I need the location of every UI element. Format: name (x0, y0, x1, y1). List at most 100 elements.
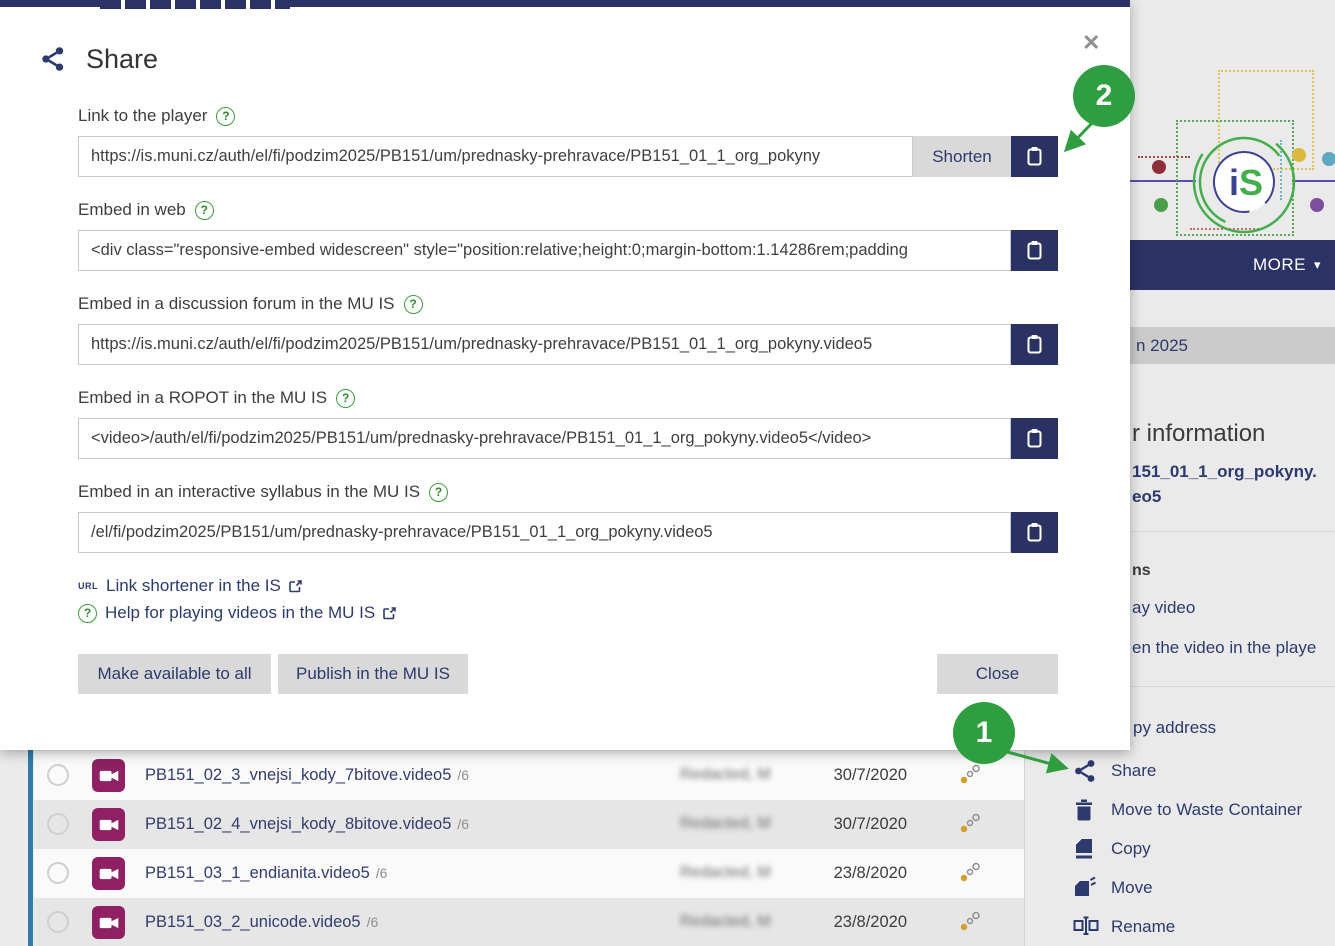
row-radio[interactable] (47, 862, 69, 884)
embed-ropot-input[interactable] (78, 418, 1011, 459)
file-suffix: /6 (457, 767, 469, 783)
info-file-name-wrap: eo5 (1132, 487, 1161, 507)
is-logo: iS (1189, 127, 1299, 237)
file-name: PB151_02_4_vnejsi_kody_8bitove.video5 (145, 815, 451, 833)
help-icon[interactable]: ? (404, 295, 423, 314)
menu-item-label: Copy (1111, 839, 1151, 859)
chevron-down-icon: ▾ (1314, 257, 1321, 273)
make-available-button[interactable]: Make available to all (78, 654, 271, 694)
versions-icon[interactable] (959, 911, 981, 938)
play-video-link[interactable]: ay video (1132, 598, 1195, 618)
file-name-link[interactable]: PB151_02_3_vnejsi_kody_7bitove.video5/6 (145, 766, 469, 785)
file-date: 23/8/2020 (780, 864, 907, 883)
embed-forum-input[interactable] (78, 324, 1011, 365)
file-author-blurred: Redacted, M (680, 766, 771, 784)
close-button[interactable]: Close (937, 654, 1058, 694)
rename-icon (1073, 915, 1099, 942)
menu-item-rename[interactable]: Rename (1025, 913, 1335, 943)
table-row[interactable]: PB151_03_2_unicode.video5/6 Redacted, M … (34, 898, 1024, 946)
menu-item-copy-address[interactable]: py address (1133, 718, 1216, 738)
copy-button[interactable] (1011, 512, 1058, 553)
menu-item-share[interactable]: Share (1025, 757, 1335, 787)
file-name-link[interactable]: PB151_03_1_endianita.video5/6 (145, 864, 387, 883)
video-file-icon (92, 808, 125, 841)
circuit-node (1310, 198, 1324, 212)
field-label-embed-web: Embed in web ? (78, 198, 214, 222)
help-icon: ? (78, 604, 97, 623)
file-name: PB151_02_3_vnejsi_kody_7bitove.video5 (145, 766, 451, 784)
label-text: Embed in a ROPOT in the MU IS (78, 388, 327, 408)
external-link-icon (383, 607, 396, 620)
label-text: Embed in web (78, 200, 186, 220)
publish-button[interactable]: Publish in the MU IS (278, 654, 468, 694)
file-name-link[interactable]: PB151_03_2_unicode.video5/6 (145, 913, 378, 932)
close-icon[interactable]: ✕ (1078, 26, 1104, 60)
file-list: PB151_02_3_vnejsi_kody_7bitove.video5/6 … (0, 750, 1024, 946)
share-icon (40, 45, 66, 78)
file-name: PB151_03_1_endianita.video5 (145, 864, 370, 882)
copy-button[interactable] (1011, 230, 1058, 271)
copy-button[interactable] (1011, 418, 1058, 459)
divider (1130, 686, 1335, 687)
info-section-title: r information (1132, 420, 1265, 448)
trash-icon (1073, 798, 1095, 827)
annotation-badge-2: 2 (1073, 65, 1135, 127)
help-icon[interactable]: ? (429, 483, 448, 502)
embed-web-input[interactable] (78, 230, 1011, 271)
link-shortener-link[interactable]: URL Link shortener in the IS (78, 575, 302, 597)
video-file-icon (92, 906, 125, 939)
term-label: n 2025 (1136, 336, 1188, 356)
field-label-ropot: Embed in a ROPOT in the MU IS ? (78, 386, 355, 410)
versions-icon[interactable] (959, 813, 981, 840)
move-icon (1073, 876, 1097, 905)
help-icon[interactable]: ? (195, 201, 214, 220)
share-dialog: Share ✕ Link to the player ? Shorten Emb… (0, 0, 1130, 750)
menu-item-copy[interactable]: Copy (1025, 835, 1335, 865)
divider (1130, 531, 1335, 532)
circuit-dotted (1138, 156, 1190, 158)
link-text: Help for playing videos in the MU IS (105, 603, 375, 623)
versions-icon[interactable] (959, 862, 981, 889)
row-radio[interactable] (47, 764, 69, 786)
circuit-node (1154, 198, 1168, 212)
help-playing-videos-link[interactable]: ? Help for playing videos in the MU IS (78, 602, 396, 624)
row-radio[interactable] (47, 813, 69, 835)
link-text: Link shortener in the IS (106, 576, 281, 596)
row-radio[interactable] (47, 911, 69, 933)
circuit-node (1322, 152, 1335, 166)
file-author-blurred: Redacted, M (680, 913, 771, 931)
help-icon[interactable]: ? (216, 107, 235, 126)
label-text: Embed in an interactive syllabus in the … (78, 482, 420, 502)
copy-button[interactable] (1011, 324, 1058, 365)
table-row[interactable]: PB151_02_3_vnejsi_kody_7bitove.video5/6 … (34, 751, 1024, 800)
file-name-link[interactable]: PB151_02_4_vnejsi_kody_8bitove.video5/6 (145, 815, 469, 834)
copy-button[interactable] (1011, 136, 1058, 177)
shorten-button[interactable]: Shorten (913, 136, 1011, 177)
file-date: 23/8/2020 (780, 913, 907, 932)
menu-item-label: Move (1111, 878, 1153, 898)
term-bar: n 2025 (1130, 327, 1335, 364)
logo-letter-i: i (1229, 162, 1239, 203)
open-in-player-link[interactable]: en the video in the playe (1132, 638, 1316, 658)
player-link-input[interactable] (78, 136, 913, 177)
more-label: MORE (1253, 255, 1306, 275)
file-author-blurred: Redacted, M (680, 864, 771, 882)
menu-item-label: Share (1111, 761, 1156, 781)
context-menu: Share Move to Waste Container Copy Move … (1024, 750, 1335, 946)
menu-item-label: Rename (1111, 917, 1175, 937)
screen: iS MORE ▾ n 2025 r information 151_01_1_… (0, 0, 1335, 946)
field-label-player-link: Link to the player ? (78, 104, 235, 128)
table-row[interactable]: PB151_02_4_vnejsi_kody_8bitove.video5/6 … (34, 800, 1024, 849)
menu-item-move-to-waste[interactable]: Move to Waste Container (1025, 796, 1335, 826)
versions-icon[interactable] (959, 764, 981, 791)
embed-syllabus-input[interactable] (78, 512, 1011, 553)
external-link-icon (289, 580, 302, 593)
help-icon[interactable]: ? (336, 389, 355, 408)
video-file-icon (92, 857, 125, 890)
table-row[interactable]: PB151_03_1_endianita.video5/6 Redacted, … (34, 849, 1024, 898)
more-menu-bar[interactable]: MORE ▾ (1130, 240, 1335, 290)
menu-item-move[interactable]: Move (1025, 874, 1335, 904)
logo-letter-s: S (1239, 162, 1263, 203)
file-date: 30/7/2020 (780, 766, 907, 785)
annotation-badge-1: 1 (953, 702, 1015, 764)
